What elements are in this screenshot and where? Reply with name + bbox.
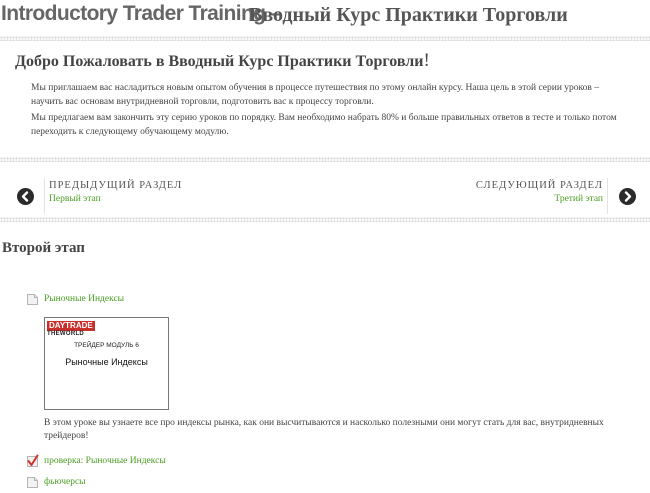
thumbnail-title: Рыночные Индексы	[65, 357, 148, 367]
lesson-link-market-indices[interactable]: Рыночные Индексы	[44, 294, 124, 304]
divider	[0, 217, 650, 222]
page-icon	[26, 474, 39, 488]
next-arrow-icon[interactable]	[619, 188, 636, 205]
next-section-link[interactable]: Третий этап	[554, 194, 603, 204]
brand-logo: DAYTRADE	[47, 321, 95, 331]
lesson-description: В этом уроке вы узнаете все про индексы …	[44, 418, 604, 441]
divider	[0, 36, 650, 41]
nav-separator	[607, 178, 608, 214]
site-header: Introductory Trader Training – Вводный К…	[0, 0, 650, 32]
nav-separator	[44, 178, 45, 214]
site-title-en: Introductory Trader Training –	[1, 2, 282, 25]
section-title: Второй этап	[2, 240, 85, 256]
next-section-heading: СЛЕДУЮЩИЙ РАЗДЕЛ	[475, 180, 603, 191]
divider	[0, 157, 650, 162]
lesson-link-futures[interactable]: фьючерсы	[44, 477, 86, 487]
prev-section-heading: ПРЕДЫДУЩИЙ РАЗДЕЛ	[49, 180, 183, 191]
thumbnail-module: ТРЕЙДЕР МОДУЛЬ 6	[74, 342, 139, 349]
site-title-ru: Вводный Курс Практики Торговли	[249, 4, 568, 26]
intro-paragraph-2: Мы предлагаем вам закончить эту серию ур…	[31, 113, 617, 137]
lesson-thumbnail[interactable]: DAYTRADE THEWORLD ТРЕЙДЕР МОДУЛЬ 6 Рыноч…	[44, 317, 169, 410]
page-icon	[26, 291, 39, 305]
welcome-title: Добро Пожаловать в Вводный Курс Практики…	[15, 50, 430, 71]
prev-section-link[interactable]: Первый этап	[49, 194, 101, 204]
quiz-link-market-indices[interactable]: проверка: Рыночные Индексы	[44, 456, 166, 466]
brand-logo-sub: THEWORLD	[47, 331, 85, 337]
intro-paragraph-1: Мы приглашаем вас насладиться новым опыт…	[31, 83, 600, 107]
quiz-check-icon	[26, 453, 39, 467]
prev-arrow-icon[interactable]	[17, 188, 34, 205]
